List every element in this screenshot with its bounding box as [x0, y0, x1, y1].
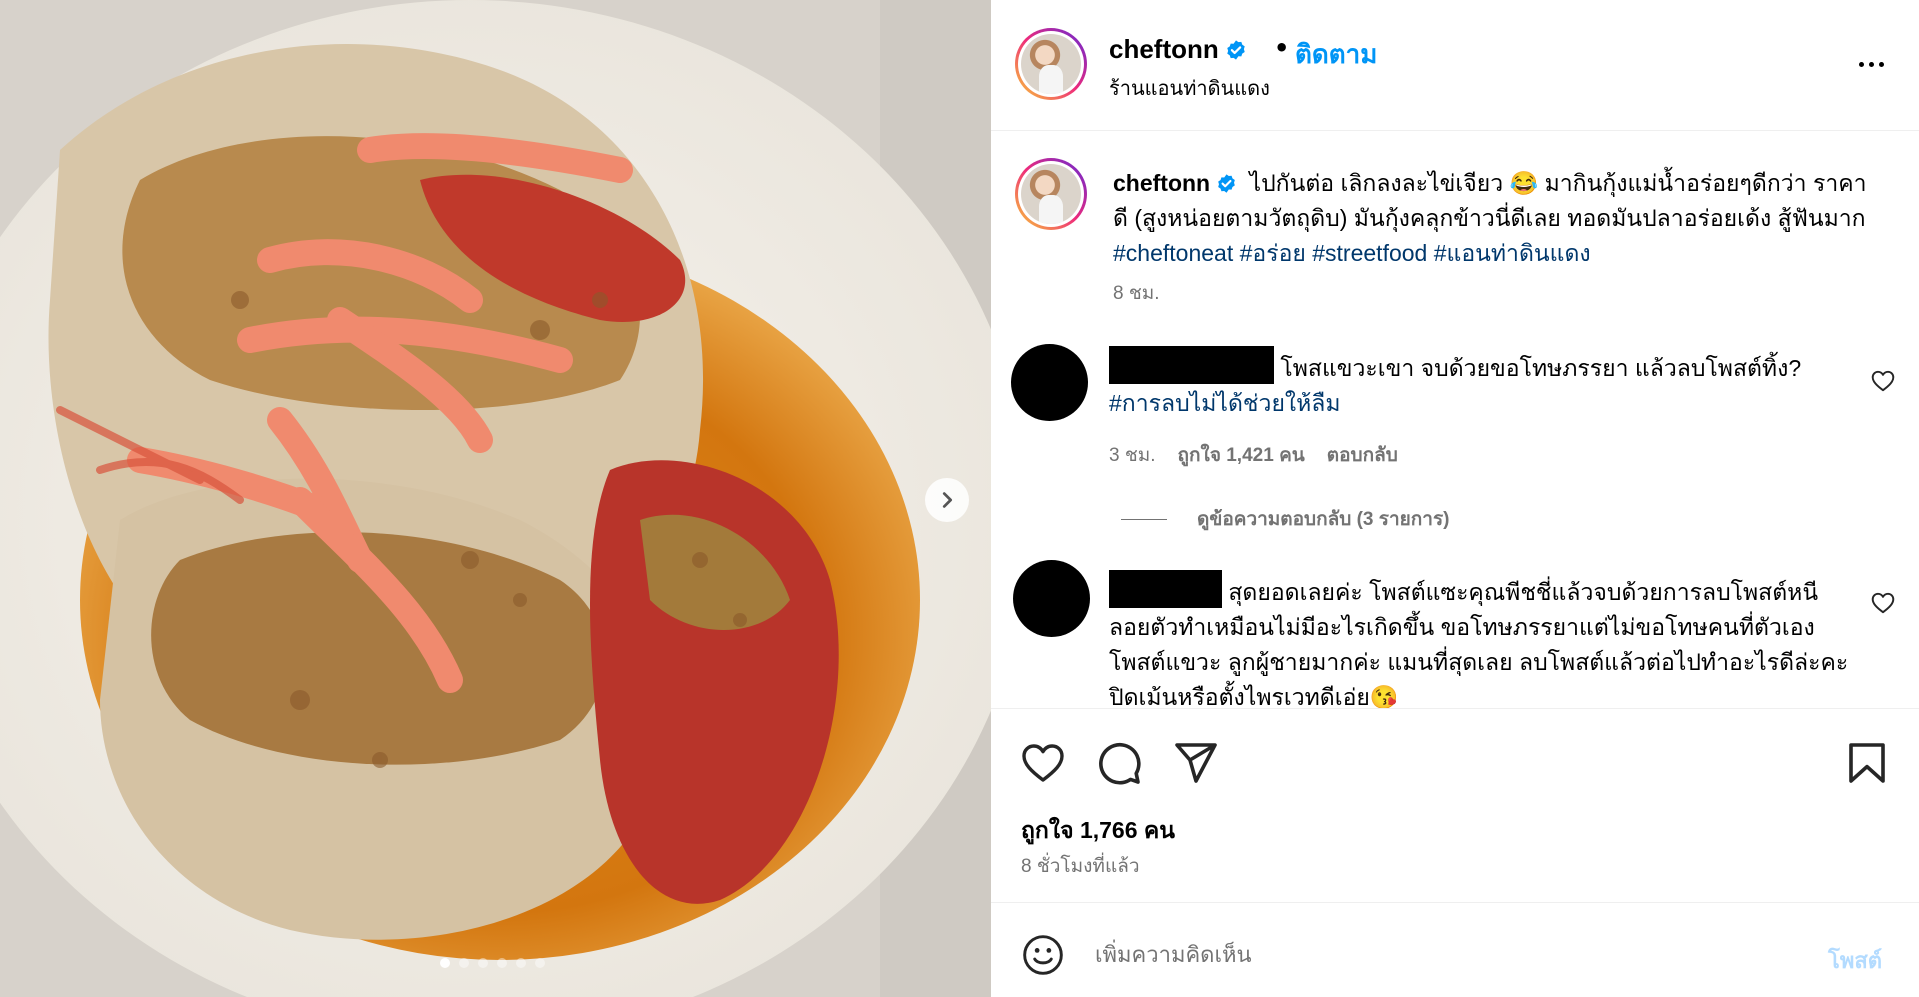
comment-text: โพสแขวะเขา จบด้วยขอโทษภรรยา แล้วลบโพสต์ท… — [1109, 346, 1849, 421]
redacted-username[interactable] — [1109, 570, 1222, 608]
caption-author-avatar[interactable] — [1015, 158, 1087, 230]
comment-likes[interactable]: ถูกใจ 1,421 คน — [1178, 440, 1305, 470]
bookmark-icon[interactable] — [1843, 739, 1891, 787]
chevron-right-icon — [942, 492, 953, 508]
next-image-button[interactable] — [925, 478, 969, 522]
comments-section[interactable]: cheftonn ไปกันต่อ เลิกลงละไข่เจียว 😂 มาก… — [991, 132, 1919, 708]
hashtag-link[interactable]: #streetfood — [1312, 240, 1427, 266]
more-options-icon[interactable] — [1851, 52, 1891, 76]
view-replies-label: ดูข้อความตอบกลับ (3 รายการ) — [1197, 509, 1450, 530]
post-location[interactable]: ร้านแอนท่าดินแดง — [1109, 72, 1270, 104]
carousel-dot — [440, 958, 450, 968]
commenter-avatar-redacted[interactable] — [1013, 560, 1090, 637]
reply-button[interactable]: ตอบกลับ — [1327, 440, 1398, 470]
carousel-dot — [535, 958, 545, 968]
comment-meta: 3 ชม. ถูกใจ 1,421 คน ตอบกลับ — [1109, 440, 1398, 470]
verified-badge-icon — [1218, 174, 1235, 193]
kiss-emoji: 😘 — [1369, 684, 1399, 708]
author-username-text[interactable]: cheftonn — [1109, 34, 1219, 64]
post-image-carousel[interactable] — [0, 0, 991, 997]
hashtag-link[interactable]: #การลบไม่ได้ช่วยให้ลืม — [1109, 390, 1341, 416]
caption-time[interactable]: 8 ชม. — [1113, 278, 1160, 308]
post-comment-button[interactable]: โพสต์ — [1828, 943, 1882, 978]
heart-icon[interactable] — [1870, 368, 1896, 394]
header-separator: • — [1274, 34, 1290, 62]
heart-icon[interactable] — [1870, 590, 1896, 616]
commenter-avatar-redacted[interactable] — [1011, 344, 1088, 421]
share-icon[interactable] — [1171, 739, 1219, 787]
post-likes-count[interactable]: ถูกใจ 1,766 คน — [1021, 813, 1175, 849]
carousel-dot — [497, 958, 507, 968]
post-header: cheftonn • ติดตาม ร้านแอนท่าดินแดง — [991, 0, 1919, 131]
laughing-emoji: 😂 — [1509, 170, 1539, 196]
post-photo-lobster-dish — [0, 0, 991, 997]
view-replies-button[interactable]: ดูข้อความตอบกลับ (3 รายการ) — [1121, 504, 1450, 534]
caption-username[interactable]: cheftonn — [1113, 170, 1210, 196]
comment-icon[interactable] — [1095, 739, 1143, 787]
carousel-dot — [459, 958, 469, 968]
hashtag-link[interactable]: #cheftoneat — [1113, 240, 1233, 266]
verified-badge-icon — [1227, 40, 1245, 60]
comment-body: โพสแขวะเขา จบด้วยขอโทษภรรยา แล้วลบโพสต์ท… — [1280, 355, 1802, 381]
comment-input[interactable] — [1095, 933, 1735, 977]
heart-icon[interactable] — [1019, 739, 1067, 787]
post-actions: ถูกใจ 1,766 คน 8 ชั่วโมงที่แล้ว — [991, 708, 1919, 901]
comment-time[interactable]: 3 ชม. — [1109, 440, 1156, 470]
carousel-dot — [516, 958, 526, 968]
post-time-ago[interactable]: 8 ชั่วโมงที่แล้ว — [1021, 851, 1140, 881]
carousel-dots — [440, 958, 545, 968]
hashtag-link[interactable]: #อร่อย — [1240, 240, 1306, 266]
redacted-username[interactable] — [1109, 346, 1274, 384]
replies-divider — [1121, 518, 1167, 520]
post-side-panel: cheftonn • ติดตาม ร้านแอนท่าดินแดง cheft… — [991, 0, 1919, 997]
comment-text: สุดยอดเลยค่ะ โพสต์แซะคุณพีชชี่แล้วจบด้วย… — [1109, 570, 1849, 708]
emoji-icon[interactable] — [1021, 933, 1065, 977]
follow-button[interactable]: ติดตาม — [1295, 34, 1377, 75]
author-avatar[interactable] — [1015, 28, 1087, 100]
hashtag-link[interactable]: #แอนท่าดินแดง — [1434, 240, 1591, 266]
comment-composer: โพสต์ — [991, 902, 1919, 997]
caption-text-1: ไปกันต่อ เลิกลงละไข่เจียว — [1249, 170, 1504, 196]
post-caption: cheftonn ไปกันต่อ เลิกลงละไข่เจียว 😂 มาก… — [1113, 166, 1873, 271]
author-username[interactable]: cheftonn — [1109, 34, 1247, 65]
carousel-dot — [478, 958, 488, 968]
